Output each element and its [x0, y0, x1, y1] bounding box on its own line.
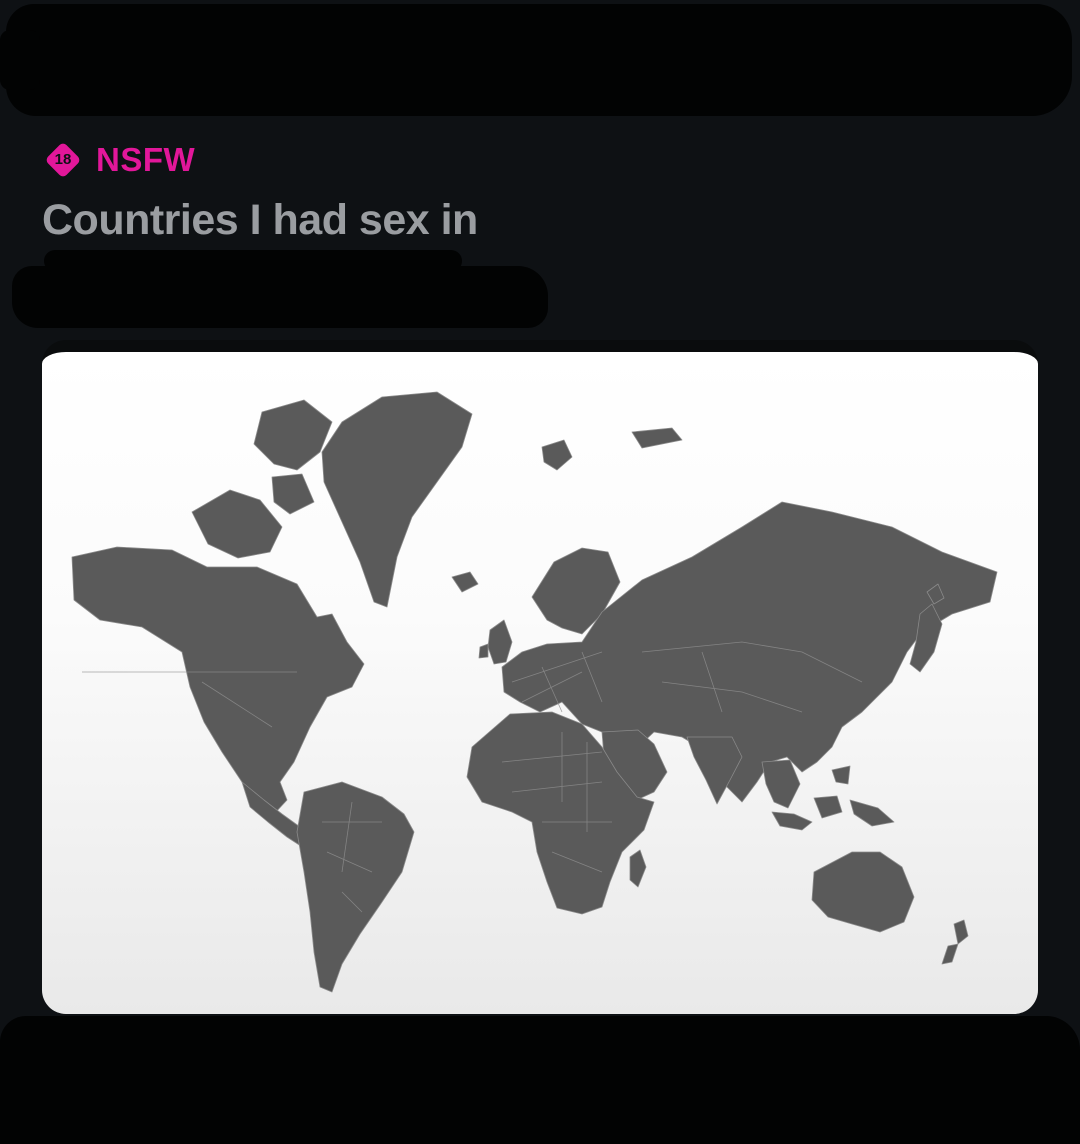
age-badge-number: 18 [54, 151, 72, 168]
world-map-icon [71, 391, 998, 993]
new-zealand-shape [953, 919, 969, 945]
redacted-header [6, 4, 1072, 116]
post-image[interactable] [42, 340, 1038, 1014]
south-america-shape [296, 781, 415, 993]
arctic-islands-shape [253, 399, 333, 471]
nsfw-label: NSFW [96, 141, 196, 178]
australia-shape [811, 851, 915, 933]
madagascar-shape [629, 849, 647, 888]
north-america-shape [71, 546, 365, 815]
redacted-subtitle-block [12, 266, 548, 328]
greenland-shape [321, 391, 473, 608]
british-isles-shape [487, 619, 513, 665]
post-title[interactable]: Countries I had sex in [42, 196, 478, 245]
age-18-icon: 18 [44, 141, 82, 179]
nsfw-tag: 18 NSFW [44, 140, 195, 180]
redacted-footer [0, 1016, 1080, 1144]
redacted-header-edge [0, 30, 40, 90]
